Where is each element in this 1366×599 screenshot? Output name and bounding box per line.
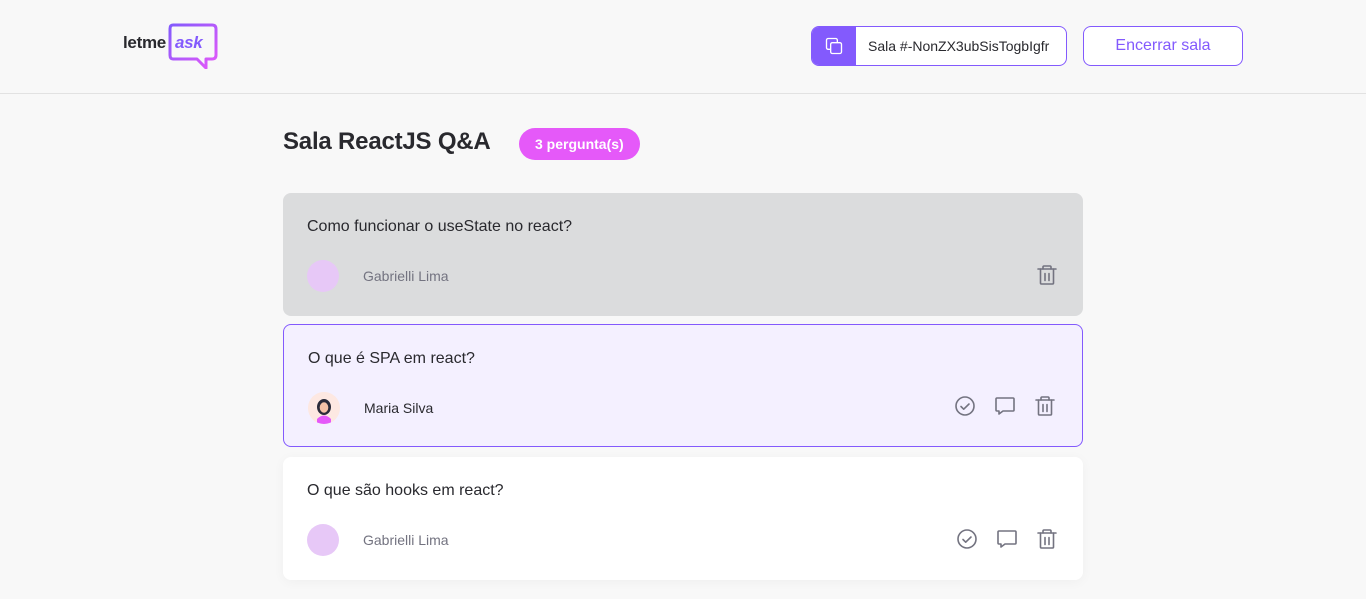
avatar bbox=[308, 392, 340, 424]
question-content: Como funcionar o useState no react? bbox=[307, 218, 573, 235]
question-card: O que é SPA em react? Maria Silva bbox=[283, 324, 1083, 447]
copy-icon[interactable] bbox=[812, 27, 856, 65]
question-author: Maria Silva bbox=[364, 400, 434, 416]
answer-icon[interactable] bbox=[993, 394, 1017, 418]
check-circle-icon[interactable] bbox=[955, 527, 979, 551]
logo-word-letme: letme bbox=[123, 33, 166, 52]
avatar bbox=[307, 524, 339, 556]
avatar bbox=[307, 260, 339, 292]
page-title: Sala ReactJS Q&A bbox=[283, 128, 491, 155]
trash-icon[interactable] bbox=[1033, 394, 1057, 418]
question-content: O que é SPA em react? bbox=[308, 350, 475, 367]
room-code-label: Sala #-NonZX3ubSisTogbIgfr bbox=[868, 38, 1050, 54]
question-author: Gabrielli Lima bbox=[363, 268, 449, 284]
letmeask-logo[interactable]: letme ask bbox=[122, 23, 218, 69]
close-room-button[interactable]: Encerrar sala bbox=[1083, 26, 1243, 66]
logo-word-ask: ask bbox=[175, 33, 203, 52]
room-code-button[interactable]: Sala #-NonZX3ubSisTogbIgfr bbox=[811, 26, 1067, 66]
question-card: Como funcionar o useState no react? Gabr… bbox=[283, 193, 1083, 316]
question-actions bbox=[955, 527, 1059, 551]
trash-icon[interactable] bbox=[1035, 263, 1059, 287]
question-author: Gabrielli Lima bbox=[363, 532, 449, 548]
page-header: letme ask Sala #-NonZX3ubSisTogbIgfr Enc… bbox=[0, 0, 1366, 94]
trash-icon[interactable] bbox=[1035, 527, 1059, 551]
question-card: O que são hooks em react? Gabrielli Lima bbox=[283, 457, 1083, 580]
question-actions bbox=[1035, 263, 1059, 287]
question-actions bbox=[953, 394, 1057, 418]
answer-icon[interactable] bbox=[995, 527, 1019, 551]
question-count-badge: 3 pergunta(s) bbox=[519, 128, 640, 160]
check-circle-icon[interactable] bbox=[953, 394, 977, 418]
question-content: O que são hooks em react? bbox=[307, 482, 504, 499]
